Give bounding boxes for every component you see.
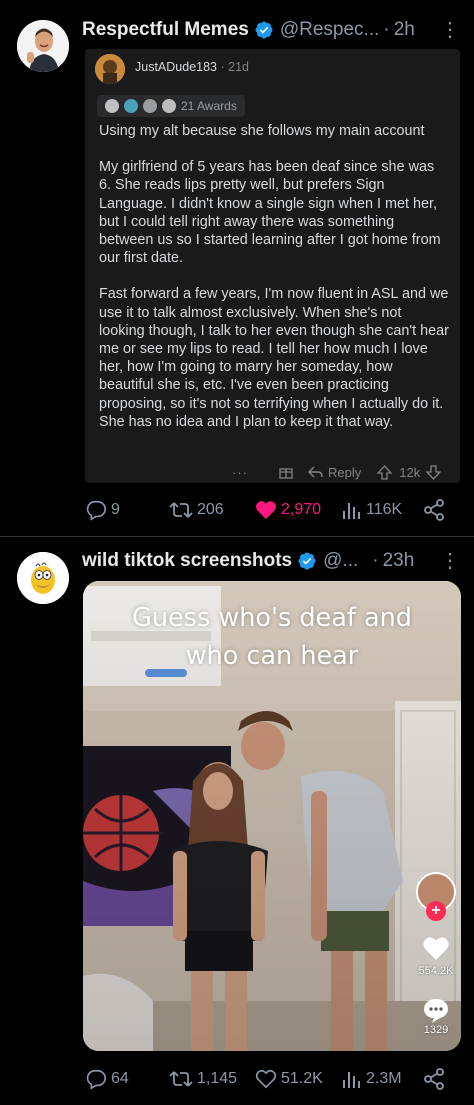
author-handle[interactable]: @Respec...	[280, 19, 380, 41]
verified-badge-icon	[298, 552, 316, 570]
reddit-paragraph: Using my alt because she follows my main…	[99, 123, 425, 139]
reddit-avatar	[95, 54, 125, 84]
avatar[interactable]	[17, 552, 69, 604]
post-time[interactable]: 23h	[383, 550, 415, 572]
reddit-post-body: Using my alt because she follows my main…	[99, 122, 449, 449]
reddit-action-bar: ··· Reply 12k	[99, 461, 448, 483]
vote-count: 12k	[399, 464, 421, 480]
repost-icon	[169, 1071, 193, 1087]
reddit-award-icon	[279, 468, 293, 479]
heart-outline-icon	[255, 1070, 277, 1089]
more-options-icon[interactable]: ⋮	[430, 20, 460, 40]
like-button[interactable]: 51.2K	[255, 1069, 323, 1089]
avatar-image	[17, 552, 69, 604]
reddit-paragraph: My girlfriend of 5 years has been deaf s…	[99, 159, 441, 267]
views-chart-icon	[343, 1072, 360, 1088]
tiktok-caption-line: who can hear	[185, 641, 359, 671]
post-action-bar: 64 1,145 51.2K 2.3M	[85, 1065, 460, 1093]
tiktok-follow-plus-icon: +	[426, 901, 446, 921]
post-respectful-memes[interactable]: Respectful Memes @Respec... · 2h ⋮ JustA…	[0, 0, 474, 535]
share-button[interactable]	[423, 499, 445, 521]
reply-count: 64	[111, 1070, 129, 1087]
separator-dot: ·	[383, 19, 390, 40]
wholesome-award-icon	[143, 99, 157, 113]
reply-icon	[86, 1069, 106, 1090]
post-time[interactable]: 2h	[394, 19, 415, 41]
author-handle[interactable]: @...	[323, 550, 358, 572]
heart-award-icon	[162, 99, 176, 113]
reddit-reply-label: Reply	[328, 464, 362, 480]
heart-filled-icon	[256, 501, 276, 520]
verified-badge-icon	[255, 21, 273, 39]
silver-award-icon	[105, 99, 119, 113]
upvote-icon	[377, 464, 393, 480]
helpful-award-icon	[124, 99, 138, 113]
reddit-reply: Reply	[308, 465, 361, 480]
tiktok-caption: Guess who's deaf and who can hear	[83, 599, 461, 675]
repost-icon	[169, 502, 193, 518]
like-button[interactable]: 2,970	[255, 500, 321, 520]
reply-button[interactable]: 64	[85, 1068, 129, 1090]
share-button[interactable]	[423, 1068, 445, 1090]
view-count: 116K	[366, 501, 403, 518]
reply-button[interactable]: 9	[85, 499, 120, 521]
views-button[interactable]: 2.3M	[340, 1069, 402, 1089]
reply-arrow-icon	[308, 466, 323, 477]
downvote-icon	[426, 464, 442, 480]
views-button[interactable]: 116K	[340, 500, 402, 520]
post-action-bar: 9 206 2,970 116K	[85, 496, 460, 524]
tiktok-like-count: 554.2K	[418, 965, 454, 977]
post-header: Respectful Memes @Respec... · 2h ⋮	[82, 15, 460, 45]
tiktok-screenshot-image[interactable]: Guess who's deaf and who can hear + 554.…	[83, 581, 461, 1051]
like-count: 51.2K	[281, 1070, 323, 1087]
reddit-username-line: JustADude183 · 21d	[135, 60, 249, 74]
separator-dot: ·	[372, 550, 379, 571]
tiktok-heart-icon	[423, 937, 449, 960]
tiktok-comment-count: 1329	[423, 1024, 449, 1036]
view-count: 2.3M	[366, 1070, 402, 1087]
share-icon	[424, 499, 444, 521]
post-header: wild tiktok screenshots @... · 23h ⋮	[82, 546, 460, 576]
tiktok-comment-icon	[424, 999, 448, 1023]
tiktok-caption-line: Guess who's deaf and	[132, 603, 412, 633]
repost-count: 206	[197, 501, 224, 518]
reddit-screenshot-image[interactable]: JustADude183 · 21d 21 Awards Using my al…	[85, 49, 460, 483]
reddit-separator: ·	[220, 60, 229, 74]
more-options-icon[interactable]: ⋮	[430, 551, 460, 571]
author-name[interactable]: wild tiktok screenshots	[82, 550, 292, 572]
reddit-username: JustADude183	[135, 60, 218, 74]
reply-count: 9	[111, 501, 120, 518]
awards-badge: 21 Awards	[97, 95, 245, 117]
awards-count: 21 Awards	[181, 99, 237, 113]
like-count: 2,970	[281, 501, 322, 518]
reply-icon	[86, 500, 106, 521]
reddit-paragraph: Fast forward a few years, I'm now fluent…	[99, 286, 449, 430]
views-chart-icon	[343, 503, 360, 519]
repost-button[interactable]: 206	[169, 499, 224, 521]
reddit-time: 21d	[228, 60, 249, 74]
avatar-image	[17, 20, 69, 72]
reddit-more-icon: ···	[232, 464, 248, 480]
author-name[interactable]: Respectful Memes	[82, 19, 249, 41]
repost-count: 1,145	[197, 1070, 238, 1087]
avatar[interactable]	[17, 20, 69, 72]
repost-button[interactable]: 1,145	[169, 1068, 237, 1090]
share-icon	[424, 1068, 444, 1090]
